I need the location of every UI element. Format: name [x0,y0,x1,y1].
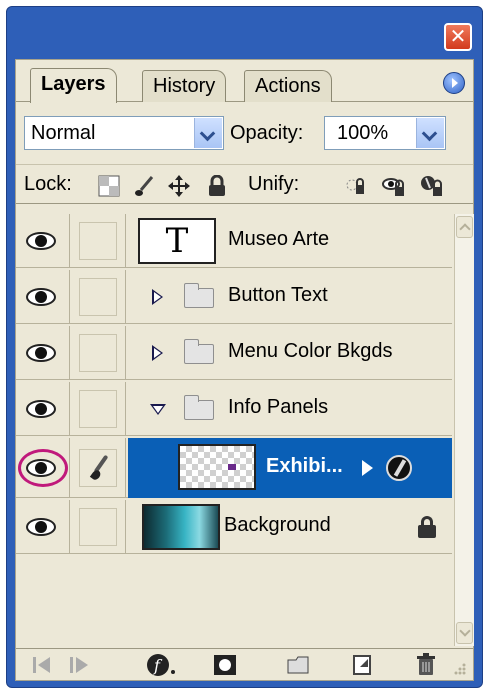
link-cell[interactable] [72,270,126,324]
link-cell[interactable] [72,382,126,436]
blend-row: Normal Opacity: 100% [16,110,473,156]
lock-row: Lock: Unify: [16,164,473,204]
link-cell[interactable] [72,500,126,554]
visibility-toggle[interactable] [16,500,70,554]
layer-name: Info Panels [228,396,329,418]
blend-mode-select[interactable]: Normal [24,116,224,150]
visibility-toggle[interactable] [16,214,70,268]
tab-bar: Layers History Actions [16,60,473,103]
background-thumbnail [142,504,220,550]
layer-content[interactable]: Info Panels [128,382,452,436]
folder-icon [184,283,214,308]
tab-layers[interactable]: Layers [30,68,117,103]
highlight-ring [18,449,68,487]
layer-row[interactable]: Button Text [16,270,452,324]
layer-name: Background [224,514,331,536]
vertical-scrollbar[interactable] [454,214,474,646]
resize-grip-icon[interactable] [448,653,468,677]
scroll-up-button[interactable] [456,216,473,238]
visibility-toggle[interactable] [16,270,70,324]
chevron-down-icon[interactable] [416,118,444,148]
opacity-label: Opacity: [230,122,304,144]
link-box [79,278,117,316]
layer-name: Exhibi... [266,455,343,477]
link-cell[interactable] [72,438,126,498]
panel-menu-icon[interactable] [443,72,465,94]
layer-row-selected[interactable]: Exhibi... [16,438,452,498]
unify-visibility-icon[interactable] [382,175,404,197]
trash-icon[interactable] [414,653,440,677]
expand-triangle-icon[interactable] [152,345,163,361]
visibility-toggle[interactable] [16,382,70,436]
link-box [79,334,117,372]
lock-all-icon[interactable] [206,174,228,197]
layer-row[interactable]: Background [16,500,452,554]
collapse-triangle-icon[interactable] [150,404,166,415]
layers-window: ✕ Layers History Actions Normal Opacity:… [6,6,483,688]
expand-triangle-icon[interactable] [152,289,163,305]
text-layer-thumbnail: T [138,218,216,264]
eye-icon [26,400,56,418]
close-button[interactable]: ✕ [444,23,472,51]
next-frame-icon[interactable] [66,653,92,677]
layer-row[interactable]: T Museo Arte [16,214,452,268]
layer-name: Button Text [228,284,328,306]
tab-history[interactable]: History [142,70,227,102]
eye-icon [26,518,56,536]
new-group-icon[interactable] [286,653,312,677]
fx-icon[interactable] [386,455,412,481]
text-glyph: T [165,221,189,261]
layer-content[interactable]: Button Text [128,270,452,324]
eye-icon [26,232,56,250]
layer-name: Museo Arte [228,228,330,250]
layer-thumbnail [178,444,256,490]
folder-icon [184,395,214,420]
padlock-icon [418,516,436,538]
layer-row[interactable]: Info Panels [16,382,452,436]
unify-label: Unify: [248,173,300,195]
brush-icon [90,454,110,482]
layers-list: T Museo Arte Button Text Menu Color Bkgd… [16,214,452,646]
layer-name: Menu Color Bkgds [228,340,393,362]
opacity-field[interactable]: 100% [324,116,446,150]
layer-content[interactable]: Exhibi... [128,438,452,498]
lock-label: Lock: [24,173,72,195]
visibility-toggle[interactable] [16,438,70,498]
lock-pixels-icon[interactable] [134,175,156,197]
layer-content[interactable]: Menu Color Bkgds [128,326,452,380]
link-box [79,508,117,546]
unify-position-icon[interactable] [344,175,366,197]
new-layer-icon[interactable] [350,653,376,677]
layer-row[interactable]: Menu Color Bkgds [16,326,452,380]
link-cell[interactable] [72,214,126,268]
effects-expand-icon[interactable] [362,460,373,476]
link-box [79,222,117,260]
layer-content[interactable]: T Museo Arte [128,214,452,268]
visibility-toggle[interactable] [16,326,70,380]
folder-icon [184,339,214,364]
layers-panel: Layers History Actions Normal Opacity: 1… [15,59,474,681]
title-bar: ✕ [7,7,482,59]
opacity-value: 100% [337,122,389,144]
eye-icon [26,288,56,306]
scroll-down-button[interactable] [456,622,473,644]
layer-content[interactable]: Background [128,500,452,554]
tab-actions[interactable]: Actions [244,70,332,102]
close-icon: ✕ [449,24,467,48]
link-box [79,390,117,428]
link-cell[interactable] [72,326,126,380]
eye-icon [26,344,56,362]
mask-icon[interactable] [212,653,238,677]
blend-mode-value: Normal [31,122,96,144]
layer-style-icon[interactable]: f [146,653,175,677]
lock-position-icon[interactable] [168,175,190,197]
lock-transparency-icon[interactable] [98,175,120,197]
unify-style-icon[interactable] [420,175,442,197]
bottom-toolbar: f [16,648,473,680]
chevron-down-icon[interactable] [194,118,222,148]
previous-frame-icon[interactable] [30,653,56,677]
